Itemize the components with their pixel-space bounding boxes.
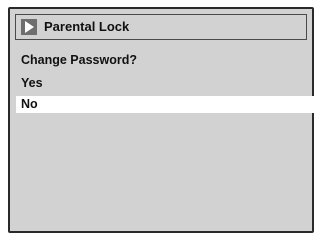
dialog-title: Parental Lock [44,19,130,34]
option-yes[interactable]: Yes [16,75,316,92]
dialog-header: Parental Lock [15,14,307,40]
screen: Parental Lock Change Password? Yes No [0,0,323,241]
parental-lock-dialog: Parental Lock Change Password? Yes No [8,7,316,233]
option-no[interactable]: No [16,96,316,113]
play-triangle-icon [21,19,37,35]
change-password-prompt: Change Password? [21,53,137,67]
